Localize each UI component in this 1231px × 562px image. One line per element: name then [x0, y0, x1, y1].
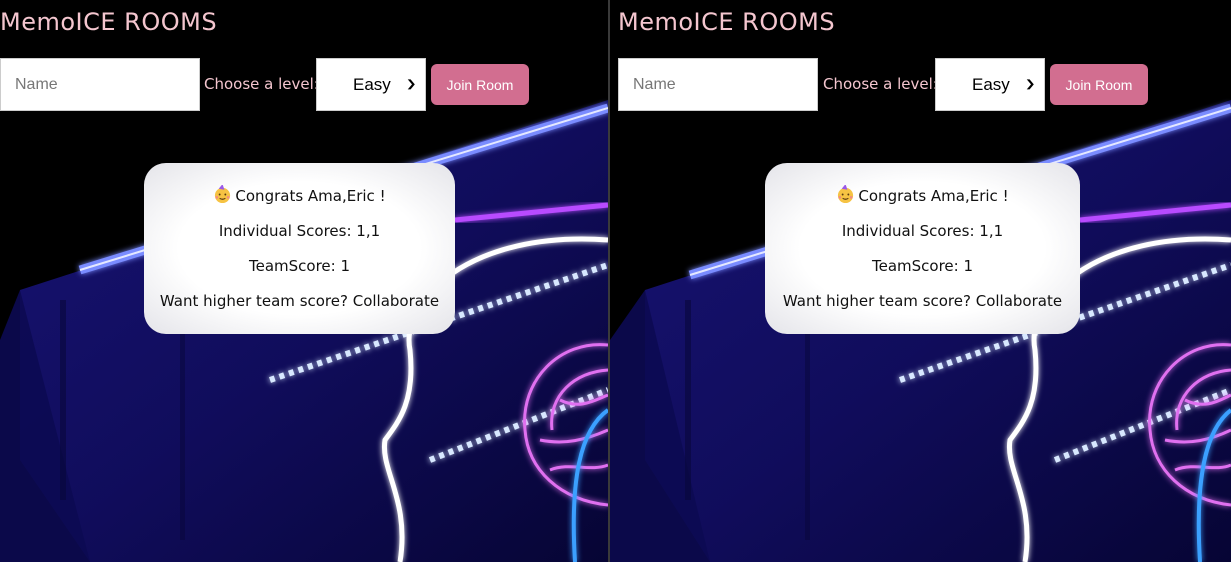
level-selected-value: Easy — [353, 74, 391, 94]
team-score-text: TeamScore: 1 — [871, 257, 974, 275]
chevron-down-icon: ❯ — [1024, 79, 1036, 90]
party-face-icon — [838, 185, 854, 204]
individual-scores-text: Individual Scores: 1,1 — [218, 222, 381, 240]
congrats-line: Congrats Ama,Eric ! — [144, 185, 455, 205]
level-label: Choose a level: — [823, 75, 938, 93]
join-room-button[interactable]: Join Room — [1050, 64, 1148, 105]
level-label: Choose a level: — [204, 75, 319, 93]
level-select[interactable]: Easy ❯ — [935, 58, 1045, 111]
level-select[interactable]: Easy ❯ — [316, 58, 426, 111]
split-screen: MemoICE ROOMS Choose a level: Easy ❯ Joi… — [0, 0, 1231, 562]
name-input[interactable] — [618, 58, 818, 111]
left-browser-panel: MemoICE ROOMS Choose a level: Easy ❯ Joi… — [0, 0, 608, 562]
name-input[interactable] — [0, 58, 200, 111]
collaborate-tip-text: Want higher team score? Collaborate — [159, 292, 440, 310]
individual-scores-text: Individual Scores: 1,1 — [841, 222, 1004, 240]
app-title: MemoICE ROOMS — [618, 8, 836, 36]
congrats-text: Congrats Ama,Eric ! — [858, 187, 1009, 205]
app-title: MemoICE ROOMS — [0, 8, 218, 36]
collaborate-tip-text: Want higher team score? Collaborate — [782, 292, 1063, 310]
congrats-text: Congrats Ama,Eric ! — [235, 187, 386, 205]
party-face-icon — [215, 185, 231, 204]
chevron-down-icon: ❯ — [405, 79, 417, 90]
congrats-modal: Congrats Ama,Eric ! Individual Scores: 1… — [144, 163, 455, 334]
right-browser-panel: MemoICE ROOMS Choose a level: Easy ❯ Joi… — [610, 0, 1231, 562]
congrats-line: Congrats Ama,Eric ! — [765, 185, 1080, 205]
join-room-button[interactable]: Join Room — [431, 64, 529, 105]
team-score-text: TeamScore: 1 — [248, 257, 351, 275]
level-selected-value: Easy — [972, 74, 1010, 94]
congrats-modal: Congrats Ama,Eric ! Individual Scores: 1… — [765, 163, 1080, 334]
